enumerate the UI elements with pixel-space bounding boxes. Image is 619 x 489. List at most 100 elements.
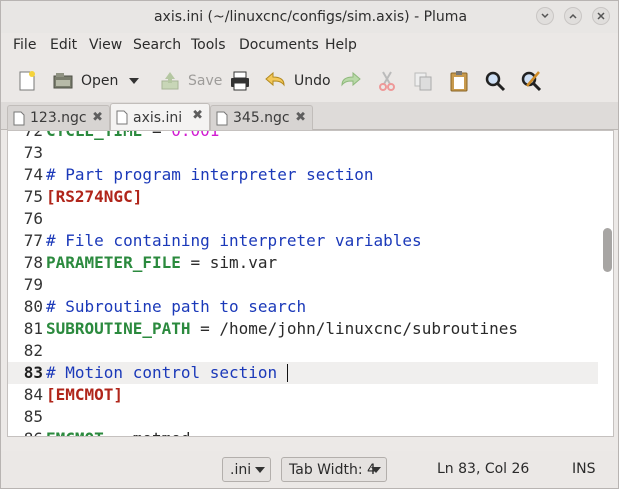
chevron-up-icon xyxy=(569,13,577,19)
line-text: [EMCMOT] xyxy=(46,384,123,406)
print-button[interactable] xyxy=(228,66,252,96)
line-number: 82 xyxy=(23,341,43,360)
tab-345-ngc[interactable]: 345.ngc ✖ xyxy=(210,105,313,130)
menu-search[interactable]: Search xyxy=(133,37,181,53)
code-line[interactable]: 84 [EMCMOT] xyxy=(8,384,598,406)
menu-documents[interactable]: Documents xyxy=(239,37,319,53)
token-section: [EMCMOT] xyxy=(46,385,124,404)
code-line[interactable]: 82 xyxy=(8,340,598,362)
tab-123-ngc[interactable]: 123.ngc ✖ xyxy=(7,105,110,130)
line-number: 76 xyxy=(23,209,43,228)
new-button[interactable] xyxy=(15,66,39,96)
open-button[interactable]: Open xyxy=(51,66,118,96)
token-comment: # Motion control section xyxy=(46,363,287,382)
language-selector[interactable]: .ini xyxy=(222,457,271,482)
undo-label: Undo xyxy=(294,73,331,89)
line-number: 77 xyxy=(23,231,43,250)
close-icon[interactable]: ✖ xyxy=(92,110,103,125)
line-text: # File containing interpreter variables xyxy=(46,230,422,252)
line-text: # Part program interpreter section xyxy=(46,164,374,186)
line-text: PARAMETER_FILE = sim.var xyxy=(46,252,277,274)
undo-button[interactable]: Undo xyxy=(264,66,331,96)
token-key: SUBROUTINE_PATH xyxy=(46,319,191,338)
tab-axis-ini[interactable]: axis.ini ✖ xyxy=(110,103,210,131)
redo-button[interactable] xyxy=(338,66,362,96)
line-number: 72 xyxy=(23,130,43,140)
open-label: Open xyxy=(81,73,119,89)
vertical-scrollbar[interactable] xyxy=(600,131,613,436)
menu-tools[interactable]: Tools xyxy=(191,37,226,53)
maximize-button[interactable] xyxy=(564,7,582,25)
copy-icon xyxy=(414,72,432,91)
printer-icon xyxy=(231,71,249,91)
tab-width-value: Tab Width: 4 xyxy=(289,461,376,478)
menu-file[interactable]: File xyxy=(13,37,36,53)
scrollbar-thumb[interactable] xyxy=(603,228,612,272)
document-icon xyxy=(13,111,25,125)
tab-label: 345.ngc xyxy=(233,110,290,126)
title-bar[interactable]: axis.ini (~/linuxcnc/configs/sim.axis) -… xyxy=(1,1,618,33)
text-editor[interactable]: 72 CYCLE_TIME = 0.001 73 74 # Part program i… xyxy=(7,130,614,437)
close-icon xyxy=(597,12,605,20)
menu-help[interactable]: Help xyxy=(325,37,357,53)
code-line[interactable]: 72 CYCLE_TIME = 0.001 xyxy=(8,130,598,142)
copy-button[interactable] xyxy=(411,66,435,96)
replace-button[interactable] xyxy=(519,66,543,96)
code-line[interactable]: 76 xyxy=(8,208,598,230)
close-button[interactable] xyxy=(592,7,610,25)
open-recent-dropdown[interactable] xyxy=(127,66,141,96)
code-line[interactable]: 86EMCMOT = motmod xyxy=(8,428,598,436)
new-document-icon xyxy=(19,71,35,91)
line-number: 80 xyxy=(23,297,43,316)
document-icon xyxy=(216,111,228,125)
cut-button[interactable] xyxy=(375,66,399,96)
line-text: SUBROUTINE_PATH = /home/john/linuxcnc/su… xyxy=(46,318,518,340)
tab-label: axis.ini xyxy=(133,109,183,126)
line-number: 85 xyxy=(23,407,43,426)
token-comment: # Part program interpreter section xyxy=(46,165,374,184)
line-text: # Motion control section xyxy=(46,362,287,384)
chevron-down-icon xyxy=(255,467,265,473)
close-icon[interactable]: ✖ xyxy=(295,110,306,125)
code-line[interactable]: 78 PARAMETER_FILE = sim.var xyxy=(8,252,598,274)
cursor-position: Ln 83, Col 26 xyxy=(437,461,530,477)
scissors-icon xyxy=(379,71,395,91)
code-line[interactable]: 83 # Motion control section xyxy=(8,362,598,384)
line-number: 86 xyxy=(8,428,43,436)
code-line[interactable]: 81 SUBROUTINE_PATH = /home/john/linuxcnc/… xyxy=(8,318,598,340)
code-line[interactable]: 79 xyxy=(8,274,598,296)
menu-edit[interactable]: Edit xyxy=(50,37,77,53)
code-line[interactable]: 85 xyxy=(8,406,598,428)
chevron-down-icon xyxy=(371,467,381,473)
clipboard-icon xyxy=(450,71,468,92)
document-icon xyxy=(116,110,128,125)
code-line[interactable]: 74 # Part program interpreter section xyxy=(8,164,598,186)
line-number: 83 xyxy=(23,363,43,382)
menu-view[interactable]: View xyxy=(89,37,122,53)
code-line[interactable]: 80 # Subroutine path to search xyxy=(8,296,598,318)
save-label: Save xyxy=(188,73,223,89)
token-val: = sim.var xyxy=(180,253,278,272)
line-text: [RS274NGC] xyxy=(46,186,142,208)
find-replace-icon xyxy=(521,71,542,92)
token-val: = motmod xyxy=(104,429,190,436)
code-line[interactable]: 73 xyxy=(8,142,598,164)
token-comment: # File containing interpreter variables xyxy=(46,231,422,250)
pluma-window: axis.ini (~/linuxcnc/configs/sim.axis) -… xyxy=(0,0,619,489)
tab-bar: 123.ngc ✖ axis.ini ✖ 345.ngc ✖ xyxy=(1,102,618,131)
code-line[interactable]: 77 # File containing interpreter variable… xyxy=(8,230,598,252)
minimize-button[interactable] xyxy=(536,7,554,25)
find-button[interactable] xyxy=(483,66,507,96)
language-value: .ini xyxy=(230,461,252,478)
line-number: 79 xyxy=(23,275,43,294)
close-icon[interactable]: ✖ xyxy=(192,108,203,123)
tab-width-selector[interactable]: Tab Width: 4 xyxy=(281,457,387,482)
code-line[interactable]: 75 [RS274NGC] xyxy=(8,186,598,208)
undo-icon xyxy=(265,71,285,87)
chevron-down-icon xyxy=(129,78,139,84)
insert-mode: INS xyxy=(572,461,596,477)
save-button[interactable]: Save xyxy=(158,66,222,96)
line-number: 74 xyxy=(23,165,43,184)
paste-button[interactable] xyxy=(447,66,471,96)
menu-bar: File Edit View Search Tools Documents He… xyxy=(1,33,618,60)
